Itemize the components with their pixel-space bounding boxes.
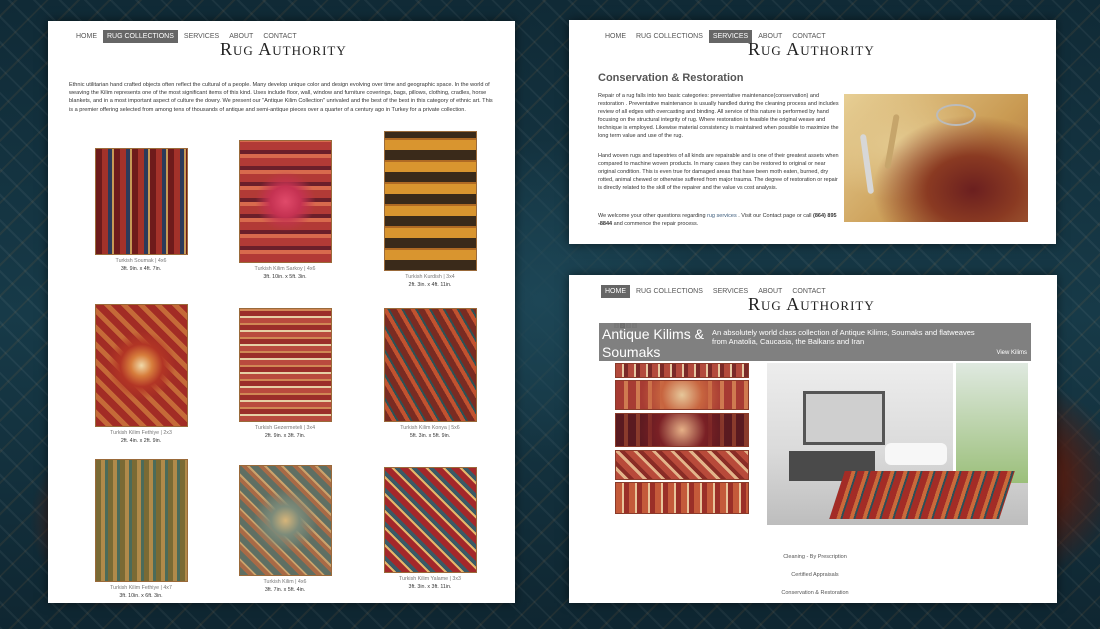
page-heading: Conservation & Restoration bbox=[598, 72, 744, 84]
view-kilims-link[interactable]: View Kilims bbox=[996, 350, 1027, 356]
scissors-icon bbox=[936, 104, 976, 126]
rug-size: 3ft. 9in. x 4ft. 7in. bbox=[120, 266, 162, 272]
nav-home[interactable]: HOME bbox=[601, 285, 630, 298]
rug-size: 2ft. 9in. x 3ft. 7in. bbox=[264, 433, 306, 439]
tool-icon bbox=[884, 113, 900, 170]
hero-banner: Antique Kilims & Soumaks An absolutely w… bbox=[599, 323, 1031, 361]
knife-icon bbox=[859, 133, 875, 195]
services-page-screenshot: HOME RUG COLLECTIONS SERVICES ABOUT CONT… bbox=[569, 20, 1056, 244]
rug-image[interactable] bbox=[94, 148, 188, 255]
rug-item[interactable]: Turkish Kilim | 4x6 3ft. 7in. x 5ft. 4in… bbox=[220, 465, 350, 593]
kilim-strip bbox=[615, 380, 749, 410]
site-logo[interactable]: Rug Authority bbox=[220, 39, 347, 60]
rug-title[interactable]: Turkish Gezermeteli | 3x4 bbox=[220, 425, 350, 431]
service-link-conservation[interactable]: Conservation & Restoration bbox=[715, 590, 915, 596]
nav-rug-collections[interactable]: RUG COLLECTIONS bbox=[632, 30, 707, 43]
kilim-strip bbox=[615, 450, 749, 480]
kilim-strip bbox=[615, 363, 749, 378]
nav-rug-collections[interactable]: RUG COLLECTIONS bbox=[632, 285, 707, 298]
rug-title[interactable]: Turkish Kurdish | 3x4 bbox=[365, 274, 495, 280]
rug-image[interactable] bbox=[383, 131, 477, 271]
rug-image[interactable] bbox=[94, 459, 188, 582]
rug-item[interactable]: Turkish Kilim Yalame | 3x3 3ft. 3in. x 3… bbox=[365, 467, 495, 590]
rug-title[interactable]: Turkish Kilim Fethiye | 4x7 bbox=[76, 585, 206, 591]
rug-image[interactable] bbox=[238, 465, 332, 576]
rug-item[interactable]: Turkish Kurdish | 3x4 2ft. 3in. x 4ft. 1… bbox=[365, 131, 495, 288]
nav-rug-collections[interactable]: RUG COLLECTIONS bbox=[103, 30, 178, 43]
kilim-strip bbox=[615, 413, 749, 447]
intro-paragraph: Ethnic utilitarian hand crafted objects … bbox=[69, 82, 493, 113]
rug-image[interactable] bbox=[94, 304, 188, 427]
rug-title[interactable]: Turkish Soumak | 4x6 bbox=[76, 258, 206, 264]
room-photo bbox=[767, 363, 1028, 525]
nav-services[interactable]: SERVICES bbox=[709, 285, 752, 298]
rug-on-floor bbox=[829, 471, 1015, 519]
paragraph-2: Hand woven rugs and tapestries of all ki… bbox=[598, 153, 839, 191]
banner-text: An absolutely world class collection of … bbox=[712, 328, 975, 346]
rug-title[interactable]: Turkish Kilim Konya | 5x6 bbox=[365, 425, 495, 431]
nav-services[interactable]: SERVICES bbox=[708, 30, 753, 43]
rug-image[interactable] bbox=[383, 467, 477, 573]
paragraph-1: Repair of a rug falls into two basic cat… bbox=[598, 93, 839, 139]
rug-title[interactable]: Turkish Kilim Fethiye | 2x3 bbox=[76, 430, 206, 436]
rug-size: 3ft. 3in. x 3ft. 11in. bbox=[408, 584, 452, 590]
rug-services-link[interactable]: rug services bbox=[707, 213, 737, 219]
service-link-cleaning[interactable]: Cleaning - By Prescription bbox=[715, 554, 915, 560]
rug-size: 2ft. 3in. x 4ft. 11in. bbox=[408, 282, 452, 288]
rug-item[interactable]: Turkish Kilim Fethiye | 4x7 3ft. 10in. x… bbox=[76, 459, 206, 599]
home-page-screenshot: HOME RUG COLLECTIONS SERVICES ABOUT CONT… bbox=[569, 275, 1057, 603]
nav-home[interactable]: HOME bbox=[601, 30, 630, 43]
rug-item[interactable]: Turkish Kilim Konya | 5x6 5ft. 3in. x 5f… bbox=[365, 308, 495, 439]
rug-image[interactable] bbox=[238, 140, 332, 263]
rug-title[interactable]: Turkish Kilim Yalame | 3x3 bbox=[365, 576, 495, 582]
bathtub bbox=[885, 443, 947, 465]
rug-item[interactable]: Turkish Kilim Sarkoy | 4x6 3ft. 10in. x … bbox=[220, 140, 350, 280]
window bbox=[953, 363, 1028, 483]
site-logo[interactable]: Rug Authority bbox=[748, 294, 875, 315]
nav-services[interactable]: SERVICES bbox=[180, 30, 223, 43]
rug-size: 3ft. 7in. x 5ft. 4in. bbox=[264, 587, 306, 593]
site-logo[interactable]: Rug Authority bbox=[748, 39, 875, 60]
nav-home[interactable]: HOME bbox=[72, 30, 101, 43]
collections-page-screenshot: HOME RUG COLLECTIONS SERVICES ABOUT CONT… bbox=[48, 21, 515, 603]
rug-image[interactable] bbox=[238, 308, 332, 422]
rug-size: 2ft. 4in. x 2ft. 9in. bbox=[120, 438, 162, 444]
banner-title: Antique Kilims & Soumaks bbox=[602, 326, 704, 360]
rug-item[interactable]: Turkish Kilim Fethiye | 2x3 2ft. 4in. x … bbox=[76, 304, 206, 444]
rug-item[interactable]: Turkish Gezermeteli | 3x4 2ft. 9in. x 3f… bbox=[220, 308, 350, 439]
rug-image[interactable] bbox=[383, 308, 477, 422]
rug-item[interactable]: Turkish Soumak | 4x6 3ft. 9in. x 4ft. 7i… bbox=[76, 148, 206, 272]
rug-size: 5ft. 3in. x 5ft. 9in. bbox=[409, 433, 451, 439]
service-link-appraisals[interactable]: Certified Appraisals bbox=[715, 572, 915, 578]
rug-size: 3ft. 10in. x 6ft. 3in. bbox=[119, 593, 163, 599]
mirror bbox=[803, 391, 885, 445]
restoration-tools-image bbox=[844, 94, 1028, 222]
rug-size: 3ft. 10in. x 5ft. 3in. bbox=[263, 274, 307, 280]
rug-title[interactable]: Turkish Kilim Sarkoy | 4x6 bbox=[220, 266, 350, 272]
rug-title[interactable]: Turkish Kilim | 4x6 bbox=[220, 579, 350, 585]
kilim-strip bbox=[615, 482, 749, 514]
paragraph-3: We welcome your other questions regardin… bbox=[598, 213, 837, 227]
